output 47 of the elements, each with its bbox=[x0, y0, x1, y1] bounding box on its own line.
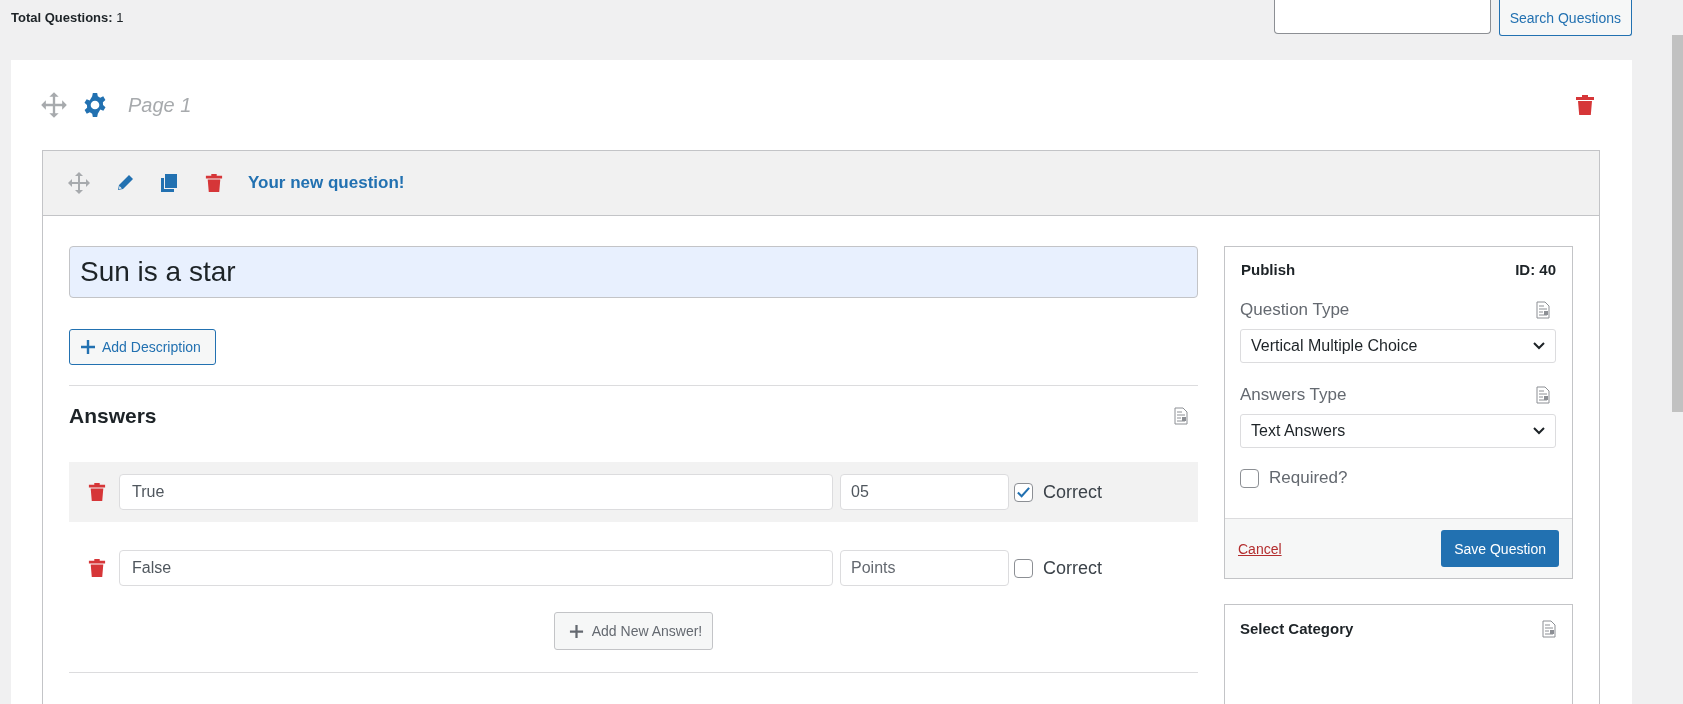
plus-icon bbox=[80, 339, 96, 355]
page-title: Page 1 bbox=[128, 93, 193, 117]
points-field[interactable]: 05 bbox=[840, 474, 1009, 510]
checkmark-icon bbox=[1016, 484, 1031, 500]
publish-title: Publish bbox=[1241, 261, 1296, 278]
field-label: Answers Type bbox=[1240, 385, 1347, 405]
move-icon[interactable] bbox=[67, 171, 91, 195]
category-title: Select Category bbox=[1240, 620, 1354, 637]
save-question-button[interactable]: Save Question bbox=[1441, 530, 1559, 567]
correct-label: Correct bbox=[1043, 481, 1102, 503]
move-icon[interactable] bbox=[40, 91, 68, 119]
checkbox[interactable] bbox=[1014, 482, 1033, 502]
trash-icon[interactable] bbox=[88, 558, 106, 578]
question-title-field[interactable]: Sun is a star bbox=[69, 246, 1198, 298]
chevron-down-icon bbox=[1533, 427, 1545, 435]
document-icon[interactable] bbox=[1536, 386, 1550, 404]
question-id: ID: 40 bbox=[1515, 261, 1556, 278]
answer-field[interactable]: False bbox=[119, 550, 833, 586]
search-field[interactable] bbox=[1273, 0, 1491, 34]
points-field[interactable]: Points bbox=[840, 550, 1009, 586]
total-questions-text: Total Questions: 1 bbox=[11, 10, 125, 25]
document-icon[interactable] bbox=[1174, 407, 1188, 425]
trash-icon[interactable] bbox=[88, 482, 106, 502]
checkbox[interactable] bbox=[1014, 558, 1033, 578]
type-dropdown[interactable]: Vertical Multiple Choice bbox=[1240, 329, 1556, 363]
answers-heading: Answers bbox=[69, 404, 157, 428]
pencil-icon[interactable] bbox=[115, 173, 135, 193]
document-icon[interactable] bbox=[1542, 620, 1556, 638]
add-description-button[interactable]: Add Description bbox=[69, 329, 216, 365]
correct-label: Correct bbox=[1043, 557, 1102, 579]
field-label: Question Type bbox=[1240, 300, 1350, 320]
trash-icon[interactable] bbox=[205, 173, 223, 193]
cancel-link[interactable]: Cancel bbox=[1238, 540, 1282, 557]
scrollbar-thumb[interactable] bbox=[1672, 35, 1683, 412]
answer-field[interactable]: True bbox=[119, 474, 833, 510]
trash-icon[interactable] bbox=[1575, 93, 1595, 117]
document-icon[interactable] bbox=[1536, 301, 1550, 319]
settings-icon[interactable] bbox=[82, 92, 108, 118]
add-new-answer-button[interactable]: Add New Answer! bbox=[553, 612, 714, 650]
search-questions-button[interactable]: Search Questions bbox=[1498, 0, 1632, 36]
question-title: Your new question! bbox=[248, 173, 405, 193]
checkbox[interactable] bbox=[1240, 468, 1259, 488]
plus-icon bbox=[568, 623, 584, 639]
copy-icon[interactable] bbox=[159, 173, 179, 193]
chevron-down-icon bbox=[1533, 342, 1545, 350]
type-dropdown[interactable]: Text Answers bbox=[1240, 414, 1556, 448]
required-label: Required? bbox=[1269, 468, 1348, 488]
